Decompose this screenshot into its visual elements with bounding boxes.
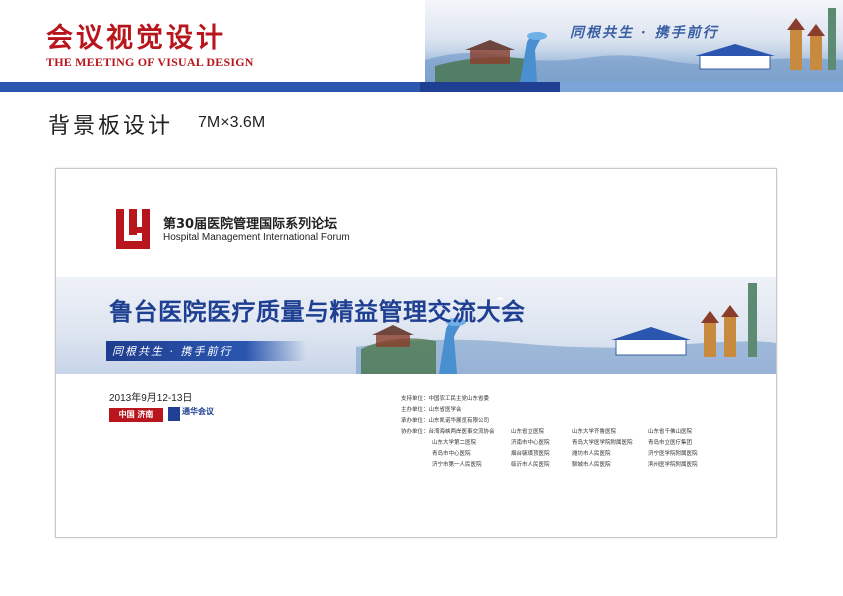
cooperator: 山东大学齐鲁医院: [572, 429, 617, 435]
section-title: 背景板设计: [48, 114, 174, 139]
section-size: 7M×3.6M: [198, 114, 266, 131]
cooperator: 济南市中心医院: [511, 440, 550, 446]
backdrop-board: 第30届医院管理国际系列论坛 Hospital Management Inter…: [55, 168, 777, 538]
header: 会议视觉设计 THE MEETING OF VISUAL DESIGN 同根共生…: [0, 0, 843, 92]
board-slogan: 同根共生 · 携手前行: [112, 345, 233, 358]
header-title: 会议视觉设计: [46, 23, 226, 54]
sponsor-logo-label: 通华会议: [182, 407, 214, 416]
forum-logo-icon: [116, 209, 150, 249]
cooperator: 临沂市人民医院: [511, 462, 550, 468]
sponsor-logo: 通华会议: [168, 406, 222, 424]
forum-title: 第30届医院管理国际系列论坛: [163, 217, 338, 232]
cooperator: 济宁医学院附属医院: [648, 451, 698, 457]
cooperator: 滨州医学院附属医院: [648, 462, 698, 468]
city-badge-label: 中国 济南: [118, 409, 154, 419]
cooperator: 青岛大学医学院附属医院: [572, 440, 633, 446]
organizer-line: 承办单位：山东凯诺华展览有限公司: [401, 418, 490, 424]
organizer-line: 主办单位：山东省医学会: [401, 407, 462, 413]
cooperator: 山东省千佛山医院: [648, 429, 693, 435]
organizer-line: 支持单位：中国农工民主党山东省委: [401, 396, 490, 402]
cooperator: 潍坊市人民医院: [572, 451, 611, 457]
main-title: 鲁台医院医疗质量与精益管理交流大会: [109, 298, 526, 326]
slogan-bar: 同根共生 · 携手前行: [106, 341, 306, 361]
header-stripe: [0, 82, 843, 92]
organizer-line: 协办单位：台湾海峡两岸医事交流协会: [401, 429, 495, 435]
header-slogan: 同根共生 · 携手前行: [570, 25, 719, 41]
event-date: 2013年9月12-13日: [109, 393, 193, 404]
cooperator: 济宁市第一人民医院: [432, 462, 482, 468]
cooperator: 山东省立医院: [511, 429, 545, 435]
title-band: 鲁台医院医疗质量与精益管理交流大会 同根共生 · 携手前行: [56, 277, 776, 374]
city-badge: 中国 济南: [109, 408, 163, 422]
cooperator: 山东大学第二医院: [432, 440, 477, 446]
cooperator: 青岛市中心医院: [432, 451, 471, 457]
forum-title-en: Hospital Management International Forum: [163, 232, 350, 243]
cooperator: 青岛市立医疗集团: [648, 440, 693, 446]
cooperator: 烟台毓璜顶医院: [511, 451, 550, 457]
cooperator: 聊城市人民医院: [572, 462, 611, 468]
header-subtitle: THE MEETING OF VISUAL DESIGN: [46, 55, 254, 69]
sponsor-logo-icon: [168, 407, 180, 421]
